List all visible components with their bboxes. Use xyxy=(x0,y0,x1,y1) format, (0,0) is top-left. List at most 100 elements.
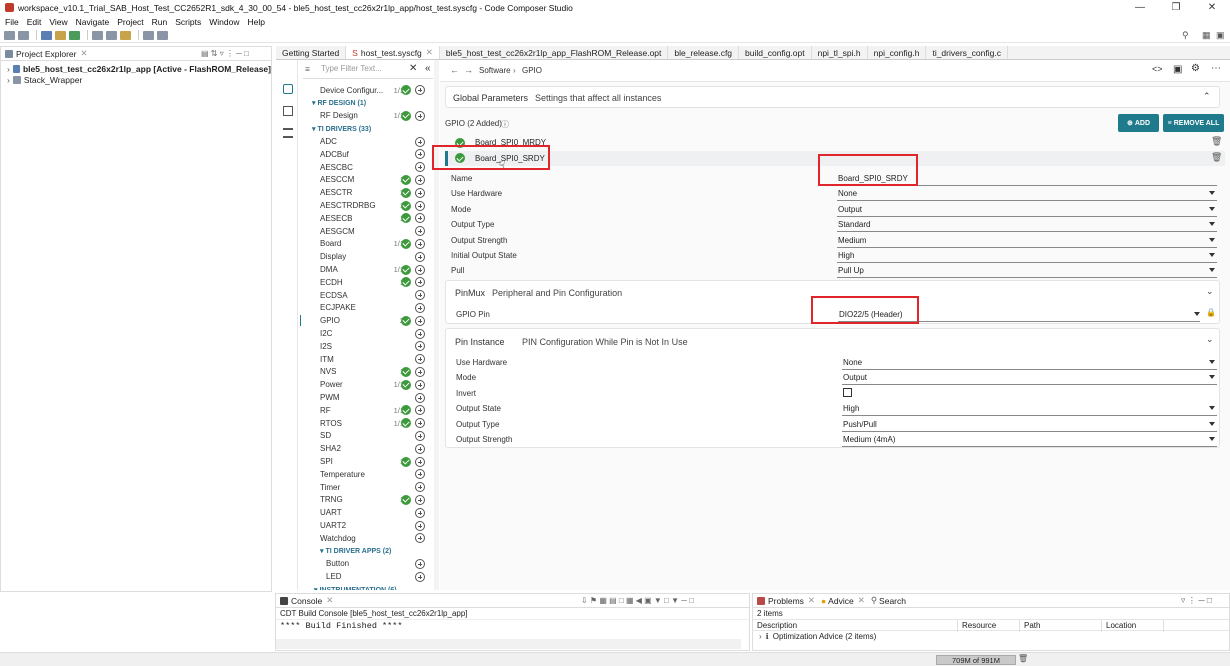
dropdown-icon[interactable] xyxy=(1209,191,1215,196)
expand-icon[interactable]: › xyxy=(759,632,762,641)
property-row[interactable]: Output State High xyxy=(450,402,1220,417)
restore-icon[interactable]: ❐ xyxy=(1158,2,1194,13)
tab-ble-release-cfg[interactable]: ble_release.cfg xyxy=(668,46,740,59)
add-instance-icon[interactable] xyxy=(415,315,425,326)
module-item[interactable]: PWM xyxy=(300,391,437,404)
close-tab-icon[interactable]: ✕ xyxy=(80,48,87,59)
property-value[interactable]: High xyxy=(838,251,854,260)
gc-icon[interactable]: 🗑 xyxy=(1018,654,1028,663)
chevron-up-icon[interactable]: ⌃ xyxy=(1203,91,1211,102)
add-instance-icon[interactable] xyxy=(415,251,425,262)
menu-run[interactable]: Run xyxy=(152,17,168,27)
perspective-icon[interactable]: ▦ xyxy=(1202,30,1211,41)
add-instance-icon[interactable] xyxy=(415,136,425,147)
close-tab-icon[interactable]: ✕ xyxy=(326,595,333,606)
property-value[interactable]: Output xyxy=(843,373,867,382)
add-instance-icon[interactable] xyxy=(415,507,425,518)
expand-icon[interactable]: › xyxy=(7,75,10,85)
tab-npi-tl-spi[interactable]: npi_tl_spi.h xyxy=(812,46,868,59)
module-section-header[interactable]: ▾ TI DRIVER APPS (2) xyxy=(300,545,437,558)
tab-advice[interactable]: Advice xyxy=(828,596,854,606)
dropdown-icon[interactable] xyxy=(1209,206,1215,211)
tab-opt-file[interactable]: ble5_host_test_cc26x2r1lp_app_FlashROM_R… xyxy=(440,46,669,59)
add-instance-icon[interactable] xyxy=(415,149,425,160)
chevron-down-icon[interactable]: ⌄ xyxy=(1206,286,1214,297)
module-item[interactable]: Temperature xyxy=(300,468,437,481)
menu-view[interactable]: View xyxy=(49,17,67,27)
dropdown-icon[interactable] xyxy=(1209,406,1215,411)
tab-build-config[interactable]: build_config.opt xyxy=(739,46,812,59)
module-item[interactable]: Button xyxy=(300,558,437,571)
menu-window[interactable]: Window xyxy=(209,17,239,27)
module-item[interactable]: AESCTR1 xyxy=(300,186,437,199)
add-instance-icon[interactable] xyxy=(415,110,425,121)
module-item[interactable]: LED xyxy=(300,570,437,583)
module-section-header[interactable]: ▾ INSTRUMENTATION (6) xyxy=(300,583,437,590)
debug-icon[interactable] xyxy=(55,30,66,40)
gpio-instance-mrdy[interactable]: Board_SPI0_MRDY 🗑 xyxy=(445,136,1225,150)
add-instance-icon[interactable] xyxy=(415,264,425,275)
list-view-icon[interactable] xyxy=(283,128,293,138)
property-value[interactable]: High xyxy=(843,404,859,413)
module-item[interactable]: TRNG1 xyxy=(300,494,437,507)
add-instance-icon[interactable] xyxy=(415,469,425,480)
module-item[interactable]: SD xyxy=(300,430,437,443)
info-icon[interactable]: ⓘ xyxy=(501,119,509,130)
delete-icon[interactable]: 🗑 xyxy=(1211,152,1222,163)
dropdown-icon[interactable] xyxy=(1209,222,1215,227)
property-row[interactable]: Invert xyxy=(450,387,1220,402)
close-tab-icon[interactable]: ✕ xyxy=(426,47,433,58)
debug-perspective-icon[interactable]: ▣ xyxy=(1216,30,1225,41)
property-value[interactable]: Standard xyxy=(838,220,870,229)
property-row[interactable]: Use Hardware None xyxy=(450,356,1220,371)
pin-view-icon[interactable] xyxy=(283,106,293,116)
property-value[interactable]: None xyxy=(838,189,857,198)
delete-icon[interactable]: 🗑 xyxy=(1211,136,1222,147)
add-instance-icon[interactable] xyxy=(415,85,425,96)
add-instance-icon[interactable] xyxy=(415,366,425,377)
add-instance-icon[interactable] xyxy=(415,226,425,237)
add-instance-icon[interactable] xyxy=(415,277,425,288)
module-item[interactable]: ECDSA xyxy=(300,289,437,302)
dropdown-icon[interactable] xyxy=(1209,268,1215,273)
property-row[interactable]: Mode Output xyxy=(445,203,1225,218)
add-instance-icon[interactable] xyxy=(415,290,425,301)
property-row[interactable]: Pull Pull Up xyxy=(445,264,1225,279)
add-instance-icon[interactable] xyxy=(415,456,425,467)
dropdown-icon[interactable] xyxy=(1209,375,1215,380)
add-instance-icon[interactable] xyxy=(415,187,425,198)
menu-project[interactable]: Project xyxy=(117,17,143,27)
back-icon[interactable] xyxy=(143,30,154,40)
add-instance-icon[interactable] xyxy=(415,162,425,173)
add-instance-icon[interactable] xyxy=(415,328,425,339)
module-item[interactable]: ADC xyxy=(300,135,437,148)
module-item[interactable]: GPIO2 xyxy=(300,314,437,327)
column-resource[interactable]: Resource xyxy=(958,620,1020,632)
module-section-header[interactable]: ▾ TI DRIVERS (33) xyxy=(300,122,437,135)
dropdown-icon[interactable] xyxy=(1209,437,1215,441)
module-item[interactable]: AESECB1 xyxy=(300,212,437,225)
tools-icon[interactable] xyxy=(92,30,103,40)
board-view-icon[interactable]: ▣ xyxy=(1173,64,1182,75)
add-instance-icon[interactable] xyxy=(415,302,425,313)
flash-icon[interactable] xyxy=(69,30,80,40)
project-explorer-tab[interactable]: Project Explorer ✕ ▤ ⇅ ▿ ⋮ ─ □ xyxy=(1,47,271,61)
forward-icon[interactable] xyxy=(157,30,168,40)
module-item[interactable]: AESCBC xyxy=(300,161,437,174)
add-instance-icon[interactable] xyxy=(415,405,425,416)
add-instance-icon[interactable] xyxy=(415,213,425,224)
module-item[interactable]: RTOS 1/1 xyxy=(300,417,437,430)
add-instance-icon[interactable] xyxy=(415,174,425,185)
module-item[interactable]: RF Design 1/1 xyxy=(300,110,437,123)
property-row[interactable]: Initial Output State High xyxy=(445,249,1225,264)
add-instance-icon[interactable] xyxy=(415,238,425,249)
property-value[interactable]: Medium xyxy=(838,236,866,245)
filter-icon[interactable]: ▿ ⋮ ─ □ xyxy=(1181,595,1212,606)
close-icon[interactable]: ✕ xyxy=(1194,2,1230,13)
console-tab[interactable]: Console ✕ ⇩ ⚑ ▦ ▤ □ ▦ ◀ ▣ ▼ □ ▼ ─ □ xyxy=(276,594,749,608)
breadcrumb-software[interactable]: Software xyxy=(479,66,511,75)
property-row[interactable]: Output Type Push/Pull xyxy=(450,418,1220,433)
property-value[interactable]: None xyxy=(843,358,862,367)
property-value[interactable]: Output xyxy=(838,205,862,214)
module-item[interactable]: Display xyxy=(300,250,437,263)
